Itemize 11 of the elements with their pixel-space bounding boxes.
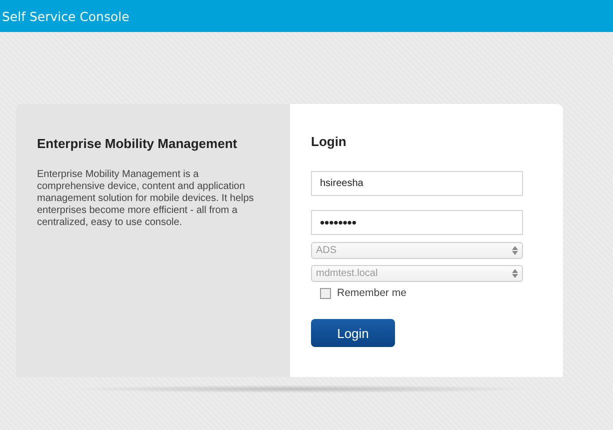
username-field[interactable]: hsireesha xyxy=(311,171,523,196)
checkbox[interactable] xyxy=(320,288,331,298)
select-arrows-icon xyxy=(512,269,518,278)
select-arrows-icon xyxy=(512,246,518,255)
password-field[interactable]: •••••••• xyxy=(311,210,523,235)
info-title: Enterprise Mobility Management xyxy=(37,136,238,151)
info-description: Enterprise Mobility Management is a comprehensive device, content and application management solution for mobile devices. It helps enterprises become more efficient - all from a centralized, easy to use console. xyxy=(37,169,255,229)
login-button[interactable]: Login xyxy=(311,319,395,347)
remember-label: Remember me xyxy=(337,287,406,299)
login-title: Login xyxy=(311,134,348,149)
app-title: Self Service Console xyxy=(2,8,130,24)
